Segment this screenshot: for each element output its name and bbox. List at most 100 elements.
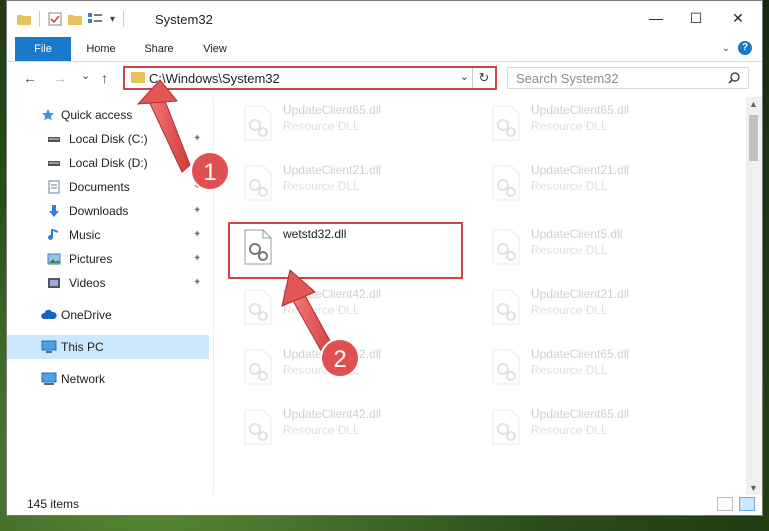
sidebar-item-quick-access[interactable]: Quick access [7,103,209,127]
sidebar-item-label: Network [61,372,106,386]
toolbar-separator [39,11,40,27]
refresh-button[interactable]: ↻ [472,68,495,88]
file-item[interactable]: UpdateClient65.dll Resource DLL [487,341,719,397]
navigation-bar: ← → ⌄ ↑ C:\Windows\System32 ⌄ ↻ Search S… [7,62,762,94]
sidebar-item-onedrive[interactable]: OneDrive [7,303,209,327]
tab-home[interactable]: Home [77,37,125,61]
file-item[interactable]: UpdateClient21.dll Resource DLL [239,157,471,213]
drive-icon [48,161,60,166]
recent-locations-button[interactable]: ⌄ [81,69,90,82]
properties-icon[interactable] [48,12,62,26]
file-type: Resource DLL [531,303,608,317]
file-type: Resource DLL [283,179,360,193]
close-button[interactable]: ✕ [725,7,751,29]
videos-icon [48,278,60,288]
file-item[interactable]: UpdateClient42.dll Resource DLL [239,281,471,337]
pin-icon: ✦ [193,133,202,144]
file-name: UpdateClient65.dll [531,407,630,421]
dll-file-icon [492,165,520,201]
search-box[interactable]: Search System32 [507,67,749,89]
dll-file-icon [492,105,520,141]
large-icons-view-icon[interactable] [739,497,755,511]
folder-icon [131,72,145,83]
sidebar-item-label: Downloads [69,204,129,218]
file-item[interactable]: UpdateClient5.dll Resource DLL [487,221,719,277]
details-view-icon[interactable] [717,497,733,511]
pane-divider[interactable] [213,97,214,497]
quick-access-toolbar: ▾ [17,11,126,27]
sidebar-item-local-disk-c[interactable]: Local Disk (C:) ✦ [7,127,209,151]
forward-button[interactable]: → [53,70,67,86]
tab-file[interactable]: File [15,37,71,61]
file-item[interactable]: UpdateClient65.dll Resource DLL [487,97,719,153]
file-item[interactable]: UpdateClient65.dll Resource DLL [239,97,471,153]
view-options-icon[interactable] [88,13,104,25]
search-input[interactable]: Search System32 [516,71,619,86]
address-dropdown-icon[interactable]: ⌄ [460,70,469,83]
sidebar-item-label: Quick access [61,108,133,122]
pin-icon: ✦ [193,181,202,192]
up-button[interactable]: ↑ [101,70,108,86]
file-item[interactable]: UpdateClient21.dll Resource DLL [487,157,719,213]
file-type: Resource DLL [283,303,360,317]
file-type: Resource DLL [283,423,360,437]
file-name: UpdateClient65.dll [531,103,630,117]
file-name: UpdateClient65.dll [283,103,382,117]
sidebar-item-label: Music [69,228,101,242]
pin-icon: ✦ [193,253,202,264]
dll-file-icon [492,289,520,325]
help-icon[interactable]: ? [738,41,752,55]
file-type: Resource DLL [283,363,360,377]
sidebar-item-this-pc[interactable]: This PC [7,335,209,359]
address-bar[interactable]: C:\Windows\System32 ⌄ ↻ [123,66,497,90]
scrollbar-thumb[interactable] [749,115,758,161]
item-count: 145 items [27,497,80,511]
sidebar-item-music[interactable]: Music ✦ [7,223,209,247]
file-name: UpdateClient5.dll [531,227,623,241]
file-name: UpdateClient21.dll [531,163,630,177]
file-name: UpdateClient42.dll [283,407,382,421]
sidebar-item-label: Documents [69,180,130,194]
file-item[interactable]: UpdateClient42.dll Resource DLL [239,401,471,457]
file-name: UpdateClient21.dll [283,163,382,177]
sidebar-item-label: OneDrive [61,308,112,322]
file-item[interactable]: UpdateClient65.dll Resource DLL [487,401,719,457]
file-name: UpdateClient21.dll [531,287,630,301]
file-item[interactable]: UpdateClient21.dll Resource DLL [487,281,719,337]
dll-file-icon [244,289,272,325]
maximize-button[interactable]: ☐ [683,7,709,29]
search-icon[interactable] [728,72,740,84]
folder-icon[interactable] [17,13,31,25]
pin-icon: ✦ [193,229,202,240]
file-list: UpdateClient65.dll Resource DLL UpdateCl… [219,97,743,493]
window-title: System32 [155,12,213,27]
drive-icon [48,137,60,142]
sidebar-item-documents[interactable]: Documents ✦ [7,175,209,199]
minimize-button[interactable]: — [643,7,669,29]
tab-view[interactable]: View [193,37,237,61]
scroll-up-icon[interactable]: ▲ [749,99,758,109]
sidebar-item-videos[interactable]: Videos ✦ [7,271,209,295]
sidebar-item-local-disk-d[interactable]: Local Disk (D:) [7,151,209,175]
scroll-down-icon[interactable]: ▼ [749,483,758,493]
back-button[interactable]: ← [23,70,37,86]
pin-icon: ✦ [193,205,202,216]
network-icon [41,372,57,385]
customize-toolbar-icon[interactable]: ▾ [110,14,115,25]
file-name: UpdateClient42.dll [283,287,382,301]
expand-ribbon-icon[interactable]: ⌄ [722,43,730,54]
sidebar-item-downloads[interactable]: Downloads ✦ [7,199,209,223]
pictures-icon [47,253,61,265]
sidebar-item-pictures[interactable]: Pictures ✦ [7,247,209,271]
address-path[interactable]: C:\Windows\System32 [149,71,280,86]
file-item[interactable]: UpdateClient42.dll Resource DLL [239,341,471,397]
dll-file-icon [244,105,272,141]
tab-share[interactable]: Share [135,37,183,61]
vertical-scrollbar[interactable]: ▲ ▼ [746,97,762,495]
new-folder-icon[interactable] [68,13,82,25]
dll-file-icon [492,349,520,385]
file-type: Resource DLL [531,363,608,377]
sidebar-item-network[interactable]: Network [7,367,209,391]
documents-icon [48,180,60,194]
file-name: UpdateClient42.dll [283,347,382,361]
